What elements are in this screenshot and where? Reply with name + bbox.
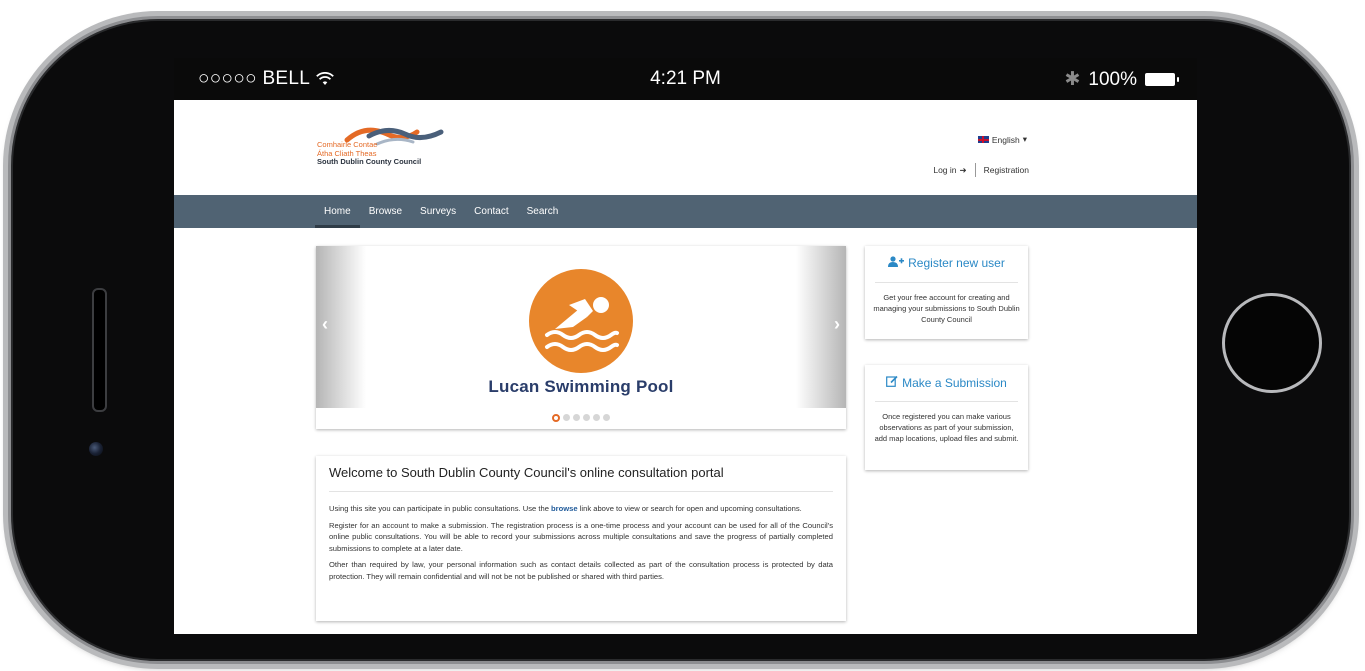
camera-icon <box>89 442 103 456</box>
site-header: Comhairle Contae Átha Cliath Theas South… <box>174 100 1197 195</box>
carousel-dot[interactable] <box>593 414 600 421</box>
nav-item-surveys[interactable]: Surveys <box>411 195 465 228</box>
main-navigation: Home Browse Surveys Contact Search <box>174 195 1197 228</box>
carousel-dot[interactable] <box>573 414 580 421</box>
carousel-dot[interactable] <box>583 414 590 421</box>
swimmer-icon <box>529 269 633 373</box>
nav-item-search[interactable]: Search <box>518 195 568 228</box>
edit-icon <box>886 375 898 390</box>
carousel-slide[interactable]: ‹ › Lucan Swimming Pool <box>316 246 846 408</box>
carousel-dot[interactable] <box>552 414 560 422</box>
divider <box>974 163 976 177</box>
add-user-icon <box>888 256 905 270</box>
nav-items: Home Browse Surveys Contact Search <box>315 195 567 228</box>
divider <box>875 401 1018 402</box>
home-button[interactable] <box>1222 293 1322 393</box>
sign-in-icon: ➜ <box>959 164 967 175</box>
battery-percent: 100% <box>1088 68 1137 90</box>
welcome-p1-text-end: link above to view or search for open an… <box>577 504 802 513</box>
submission-card-text: Once registered you can make various obs… <box>874 412 1019 443</box>
divider <box>329 491 833 492</box>
battery-status: ✱ 100% <box>1064 68 1179 91</box>
registration-link[interactable]: Registration <box>984 165 1029 175</box>
register-card-text: Get your free account for creating and m… <box>873 293 1020 324</box>
phone-screen: ○○○○○ BELL 4:21 PM ✱ 100% Comhairle Cont… <box>174 58 1197 634</box>
welcome-paragraph-2: Register for an account to make a submis… <box>329 520 833 553</box>
bluetooth-icon: ✱ <box>1064 69 1081 90</box>
caret-down-icon: ▾ <box>1022 134 1027 144</box>
featured-carousel: ‹ › Lucan Swimming Pool <box>316 246 846 429</box>
auth-links: Log in ➜ Registration <box>933 163 1029 177</box>
nav-item-home[interactable]: Home <box>315 195 360 228</box>
carousel-dot[interactable] <box>603 414 610 421</box>
status-bar: ○○○○○ BELL 4:21 PM ✱ 100% <box>174 58 1197 100</box>
uk-flag-icon <box>977 136 989 143</box>
submission-card-title: Make a Submission <box>902 375 1007 390</box>
register-card-title: Register new user <box>908 256 1005 270</box>
chevron-right-icon: › <box>834 314 840 334</box>
divider <box>875 282 1018 283</box>
register-card: Register new user Get your free account … <box>865 246 1028 339</box>
chevron-left-icon: ‹ <box>322 314 328 334</box>
login-link[interactable]: Log in <box>933 165 956 175</box>
register-new-user-link[interactable]: Register new user <box>865 256 1028 270</box>
welcome-title: Welcome to South Dublin County Council's… <box>329 465 724 480</box>
slide-title[interactable]: Lucan Swimming Pool <box>316 377 846 397</box>
welcome-panel: Welcome to South Dublin County Council's… <box>316 456 846 621</box>
language-selector[interactable]: English ▾ <box>977 134 1027 145</box>
make-submission-link[interactable]: Make a Submission <box>865 375 1028 390</box>
nav-item-contact[interactable]: Contact <box>465 195 517 228</box>
logo-line-english: South Dublin County Council <box>317 157 422 166</box>
phone-speaker-slot <box>92 288 107 412</box>
council-logo-text: Comhairle Contae Átha Cliath Theas South… <box>317 140 422 167</box>
browse-link[interactable]: browse <box>551 504 578 513</box>
language-label: English <box>991 134 1020 145</box>
welcome-body: Using this site you can participate in p… <box>329 503 833 587</box>
submission-card: Make a Submission Once registered you ca… <box>865 365 1028 470</box>
battery-icon <box>1145 73 1179 86</box>
welcome-p1-text: Using this site you can participate in p… <box>329 504 552 513</box>
welcome-paragraph-3: Other than required by law, your persona… <box>329 560 833 581</box>
welcome-paragraph-1: Using this site you can participate in p… <box>329 503 833 515</box>
carousel-indicators <box>316 414 846 422</box>
clock: 4:21 PM <box>650 68 721 89</box>
nav-item-browse[interactable]: Browse <box>360 195 411 228</box>
carousel-dot[interactable] <box>563 414 570 421</box>
